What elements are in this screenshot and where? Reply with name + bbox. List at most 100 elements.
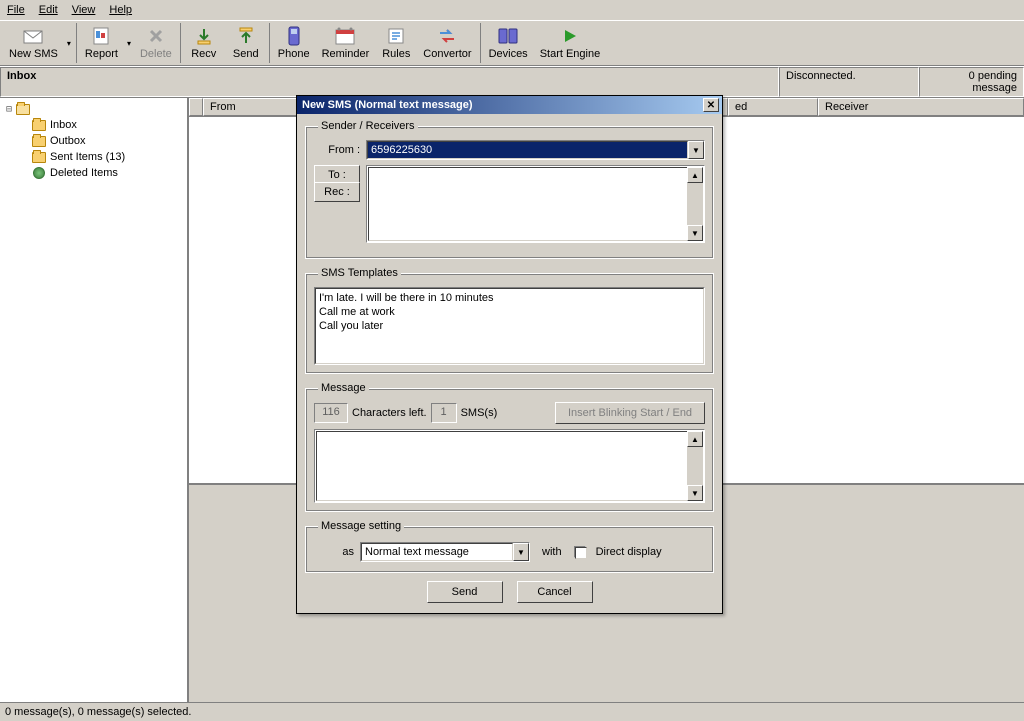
connection-status: Disconnected.: [779, 67, 919, 97]
direct-display-checkbox[interactable]: [574, 546, 586, 558]
folder-icon: [32, 136, 46, 147]
col-blank[interactable]: [189, 98, 203, 116]
insert-blinking-button[interactable]: Insert Blinking Start / End: [555, 402, 705, 424]
start-engine-button[interactable]: Start Engine: [534, 23, 607, 63]
rec-button[interactable]: Rec :: [314, 182, 360, 202]
chars-left-value: 116: [314, 403, 348, 423]
convertor-button[interactable]: Convertor: [417, 23, 477, 63]
message-group: Message 116 Characters left. 1 SMS(s) In…: [305, 382, 714, 512]
report-button[interactable]: Report: [79, 23, 124, 63]
tree-inbox[interactable]: Inbox: [3, 117, 184, 133]
dialog-title: New SMS (Normal text message): [300, 99, 703, 111]
chevron-down-icon[interactable]: ▼: [688, 141, 704, 159]
message-legend: Message: [318, 382, 369, 394]
scroll-up-icon[interactable]: ▲: [687, 167, 703, 183]
sender-receivers-group: Sender / Receivers From : 6596225630 ▼ T…: [305, 120, 714, 259]
sms-count-value: 1: [431, 403, 457, 423]
rules-label: Rules: [382, 48, 410, 60]
phone-label: Phone: [278, 48, 310, 60]
report-icon: [91, 26, 111, 46]
direct-display-label: Direct display: [596, 546, 662, 558]
folder-tree[interactable]: ⊟ Inbox Outbox Sent Items (13) Deleted I…: [0, 98, 189, 709]
message-type-value: Normal text message: [361, 543, 513, 561]
menu-bar: File Edit View Help: [0, 0, 1024, 20]
as-label: as: [314, 546, 354, 558]
convertor-icon: [437, 26, 457, 46]
from-combo[interactable]: 6596225630 ▼: [366, 140, 705, 160]
report-label: Report: [85, 48, 118, 60]
recv-label: Recv: [191, 48, 216, 60]
reminder-label: Reminder: [322, 48, 370, 60]
start-engine-label: Start Engine: [540, 48, 601, 60]
devices-icon: [498, 26, 518, 46]
scroll-down-icon[interactable]: ▼: [687, 485, 703, 501]
tree-deleted-label: Deleted Items: [50, 167, 118, 179]
report-dropdown[interactable]: ▾: [124, 39, 134, 48]
menu-help[interactable]: Help: [107, 2, 134, 18]
message-type-combo[interactable]: Normal text message ▼: [360, 542, 530, 562]
delete-icon: [146, 26, 166, 46]
sms-templates-group: SMS Templates I'm late. I will be there …: [305, 267, 714, 374]
send-sms-button[interactable]: Send: [427, 581, 503, 603]
folder-icon: [32, 152, 46, 163]
new-sms-dropdown[interactable]: ▾: [64, 39, 74, 48]
devices-label: Devices: [489, 48, 528, 60]
dialog-titlebar[interactable]: New SMS (Normal text message) ✕: [297, 96, 722, 114]
folder-open-icon: [16, 104, 30, 115]
menu-edit[interactable]: Edit: [37, 2, 60, 18]
col-received[interactable]: ed: [728, 98, 818, 116]
status-bar: 0 message(s), 0 message(s) selected.: [0, 702, 1024, 721]
chars-left-label: Characters left.: [352, 407, 427, 419]
tree-inbox-label: Inbox: [50, 119, 77, 131]
send-button[interactable]: Send: [225, 23, 267, 63]
phone-button[interactable]: Phone: [272, 23, 316, 63]
message-setting-legend: Message setting: [318, 520, 404, 532]
to-textarea[interactable]: ▲ ▼: [366, 165, 705, 243]
new-sms-label: New SMS: [9, 48, 58, 60]
templates-listbox[interactable]: I'm late. I will be there in 10 minutes …: [314, 287, 705, 365]
play-icon: [560, 26, 580, 46]
tree-outbox[interactable]: Outbox: [3, 133, 184, 149]
rules-button[interactable]: Rules: [375, 23, 417, 63]
with-label: with: [536, 546, 568, 558]
template-item[interactable]: Call you later: [319, 319, 700, 333]
from-label: From :: [314, 140, 360, 160]
sms-count-label: SMS(s): [461, 407, 498, 419]
message-textarea[interactable]: ▲ ▼: [314, 429, 705, 503]
delete-label: Delete: [140, 48, 172, 60]
tree-deleted[interactable]: Deleted Items: [3, 165, 184, 181]
new-sms-icon: [23, 26, 43, 46]
tree-sent-label: Sent Items (13): [50, 151, 125, 163]
chevron-down-icon[interactable]: ▼: [513, 543, 529, 561]
cancel-button[interactable]: Cancel: [517, 581, 593, 603]
tree-root[interactable]: ⊟: [3, 101, 184, 117]
tree-outbox-label: Outbox: [50, 135, 85, 147]
new-sms-button[interactable]: New SMS: [3, 23, 64, 63]
recv-icon: [194, 26, 214, 46]
toolbar: New SMS ▾ Report ▾ Delete Recv: [0, 20, 1024, 66]
scroll-up-icon[interactable]: ▲: [687, 431, 703, 447]
new-sms-dialog: New SMS (Normal text message) ✕ Sender /…: [296, 95, 723, 614]
title-row: Inbox Disconnected. 0 pending message: [0, 66, 1024, 98]
col-receiver[interactable]: Receiver: [818, 98, 1024, 116]
recycle-icon: [33, 167, 45, 179]
menu-file[interactable]: File: [5, 2, 27, 18]
tree-sent[interactable]: Sent Items (13): [3, 149, 184, 165]
send-label: Send: [233, 48, 259, 60]
template-item[interactable]: Call me at work: [319, 305, 700, 319]
phone-icon: [284, 26, 304, 46]
folder-icon: [32, 120, 46, 131]
collapse-icon[interactable]: ⊟: [3, 104, 15, 115]
recv-button[interactable]: Recv: [183, 23, 225, 63]
reminder-icon: [335, 26, 355, 46]
close-icon[interactable]: ✕: [703, 98, 719, 112]
menu-view[interactable]: View: [70, 2, 98, 18]
template-item[interactable]: I'm late. I will be there in 10 minutes: [319, 291, 700, 305]
message-setting-group: Message setting as Normal text message ▼…: [305, 520, 714, 573]
send-icon: [236, 26, 256, 46]
pending-status: 0 pending message: [919, 67, 1024, 97]
reminder-button[interactable]: Reminder: [316, 23, 376, 63]
scroll-down-icon[interactable]: ▼: [687, 225, 703, 241]
sms-templates-legend: SMS Templates: [318, 267, 401, 279]
devices-button[interactable]: Devices: [483, 23, 534, 63]
